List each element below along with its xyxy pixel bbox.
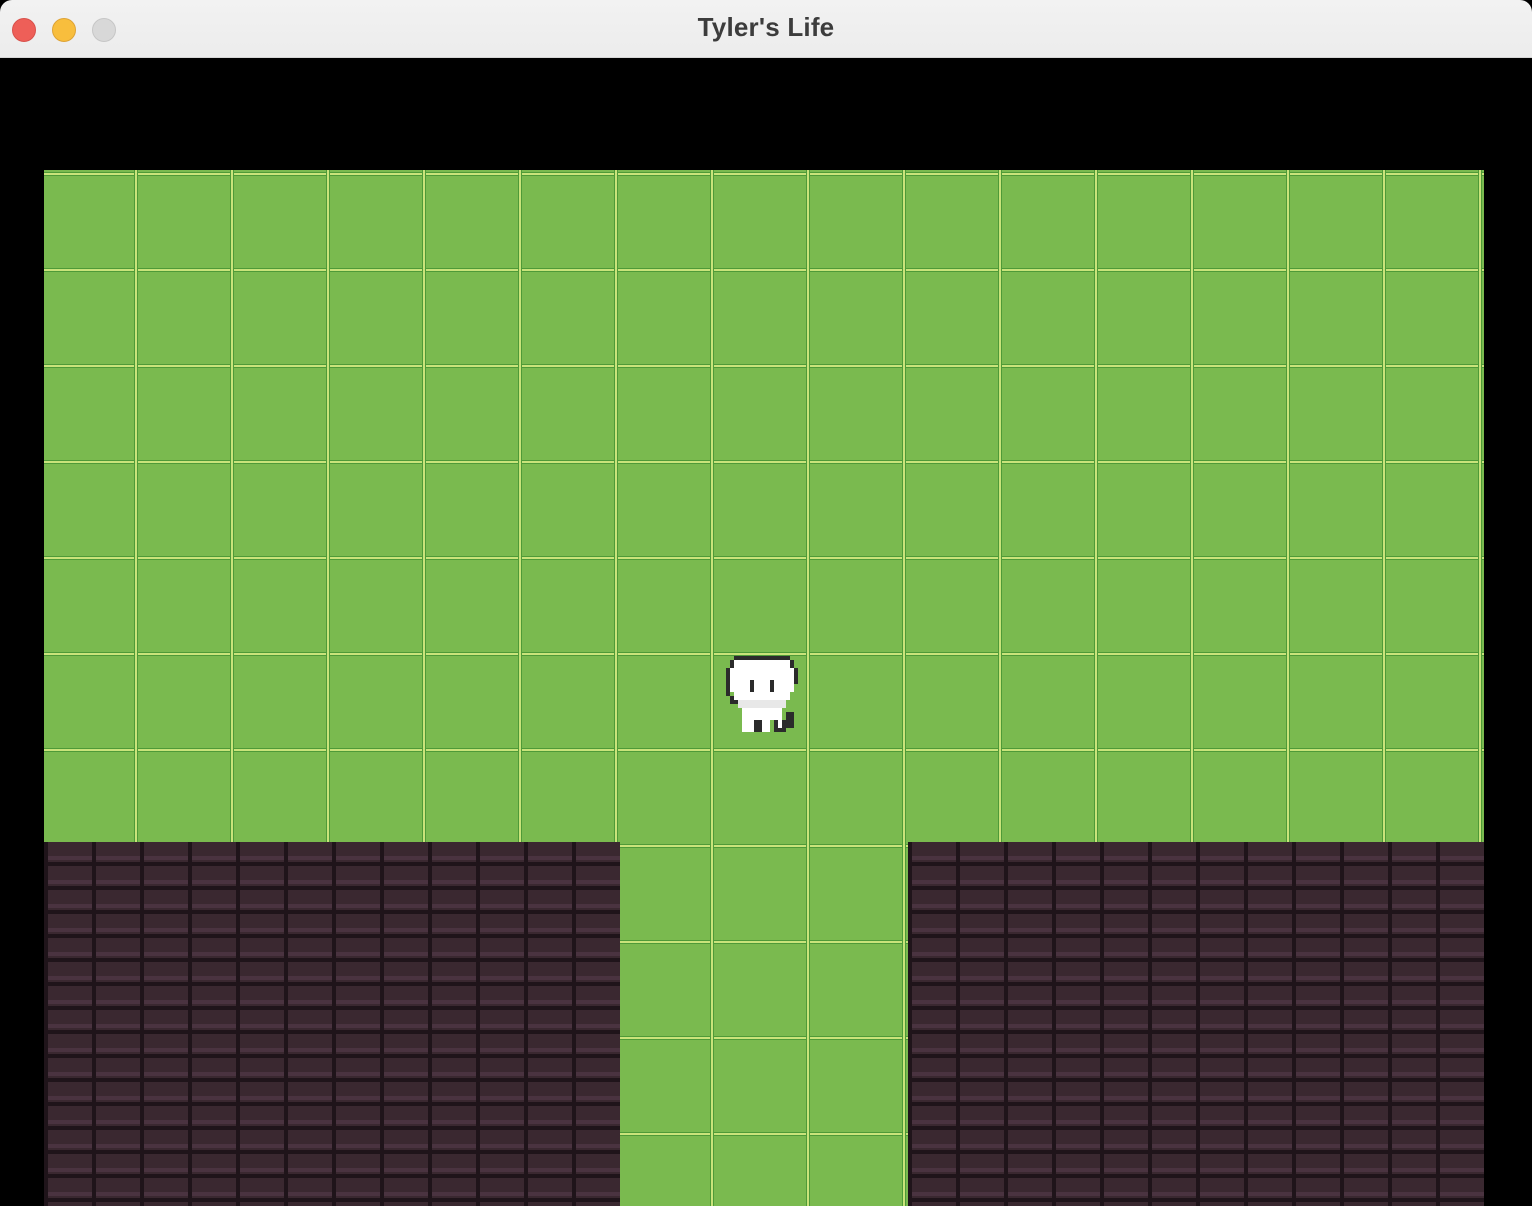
player-sprite xyxy=(726,656,798,732)
grass-field xyxy=(44,170,1484,842)
title-bar[interactable]: Tyler's Life xyxy=(0,0,1532,58)
game-window: Tyler's Life xyxy=(0,0,1532,1206)
window-title: Tyler's Life xyxy=(697,12,835,42)
grass-path xyxy=(620,842,908,1206)
game-viewport[interactable] xyxy=(0,58,1532,1206)
tile-map xyxy=(44,170,1484,1206)
brick-wall-right xyxy=(908,842,1484,1206)
brick-wall-left xyxy=(44,842,620,1206)
